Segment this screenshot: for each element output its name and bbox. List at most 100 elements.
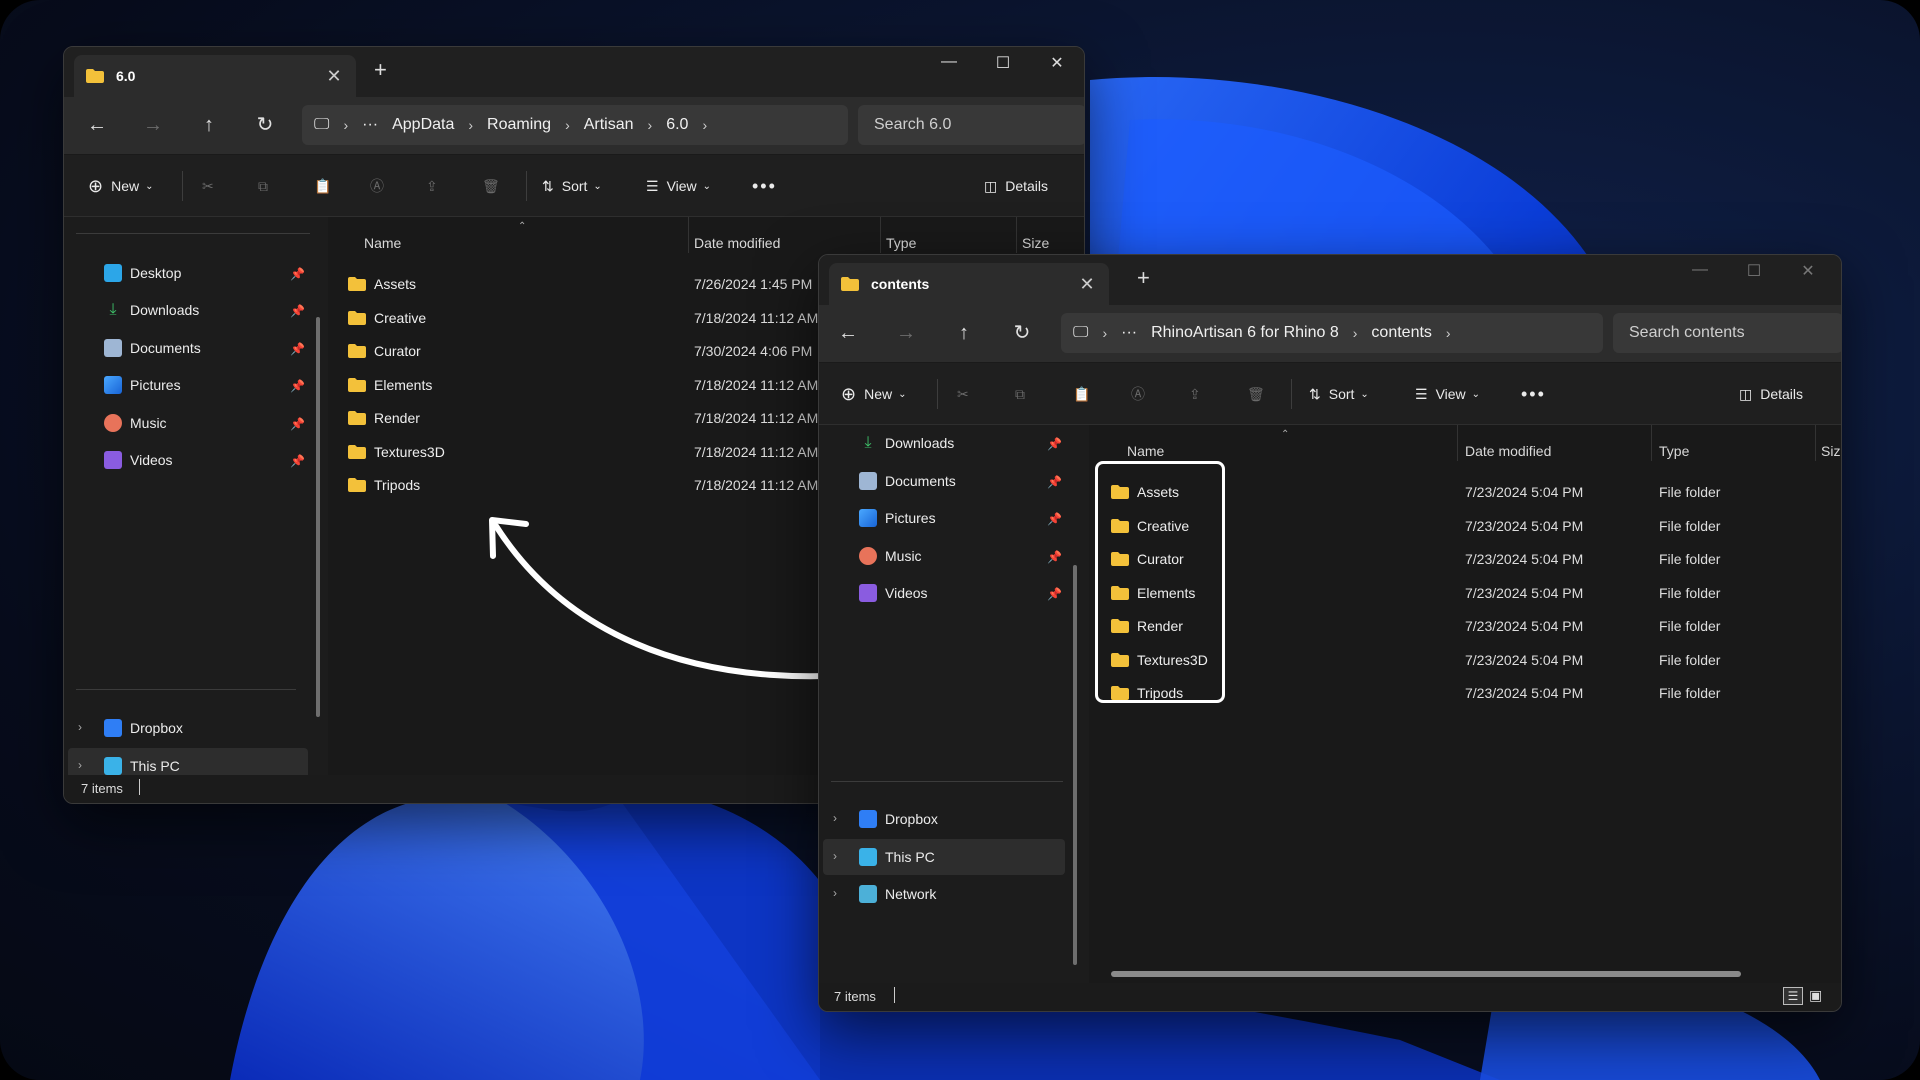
search-input[interactable]: Search 6.0 [858, 105, 1084, 145]
pin-icon[interactable]: 📌 [290, 379, 305, 393]
cut-icon[interactable]: ✂ [957, 383, 969, 405]
column-header-date[interactable]: Date modified [694, 235, 780, 251]
sort-button[interactable]: ⇅ Sort ⌄ [542, 175, 602, 197]
delete-icon[interactable]: 🗑 [1247, 383, 1265, 405]
sidebar-item-dropbox[interactable]: Dropbox [859, 801, 938, 837]
chevron-right-icon[interactable]: › [78, 758, 82, 772]
sidebar-item-music[interactable]: Music [104, 405, 167, 441]
sidebar-scrollbar[interactable] [316, 317, 320, 717]
back-arrow-icon[interactable]: ← [833, 323, 863, 343]
view-button[interactable]: ☰ View ⌄ [646, 175, 711, 197]
pin-icon[interactable]: 📌 [290, 342, 305, 356]
details-button[interactable]: ◫ Details [984, 175, 1048, 197]
sidebar-item-this-pc[interactable]: This PC [859, 839, 935, 875]
new-button[interactable]: ⊕ New ⌄ [841, 383, 907, 405]
column-divider[interactable] [1651, 425, 1652, 461]
copy-icon[interactable]: ⧉ [1015, 383, 1025, 405]
pin-icon[interactable]: 📌 [290, 267, 305, 281]
pin-icon[interactable]: 📌 [1047, 512, 1062, 526]
pin-icon[interactable]: 📌 [1047, 550, 1062, 564]
refresh-icon[interactable]: ↻ [250, 115, 280, 135]
copy-icon[interactable]: ⧉ [258, 175, 268, 197]
column-header-type[interactable]: Type [886, 235, 916, 251]
close-tab-icon[interactable]: ✕ [1077, 274, 1097, 295]
column-divider[interactable] [1016, 217, 1017, 253]
new-tab-icon[interactable]: + [1137, 265, 1150, 291]
forward-arrow-icon[interactable]: → [138, 115, 168, 135]
sidebar-item-desktop[interactable]: Desktop [104, 255, 181, 291]
overflow-icon[interactable]: ··· [362, 116, 378, 134]
column-header-name[interactable]: Name [1127, 443, 1164, 459]
more-options-icon[interactable]: ••• [1521, 383, 1546, 405]
rename-icon[interactable]: Ⓐ [370, 175, 384, 197]
details-button[interactable]: ◫ Details [1739, 383, 1803, 405]
breadcrumb-item[interactable]: contents [1371, 324, 1431, 342]
sidebar-item-documents[interactable]: Documents [104, 330, 201, 366]
overflow-icon[interactable]: ··· [1121, 324, 1137, 342]
delete-icon[interactable]: 🗑 [482, 175, 500, 197]
maximize-icon[interactable]: ☐ [1731, 261, 1777, 281]
pin-icon[interactable]: 📌 [290, 417, 305, 431]
breadcrumb-item[interactable]: Artisan [584, 116, 634, 134]
breadcrumb[interactable]: 🖵 › ··· AppData › Roaming › Artisan › 6.… [302, 105, 848, 145]
column-header-date[interactable]: Date modified [1465, 443, 1551, 459]
sidebar-item-pictures[interactable]: Pictures [104, 367, 181, 403]
breadcrumb-item[interactable]: RhinoArtisan 6 for Rhino 8 [1151, 324, 1339, 342]
column-divider[interactable] [1457, 425, 1458, 461]
column-divider[interactable] [688, 217, 689, 253]
chevron-right-icon[interactable]: › [833, 811, 837, 825]
sidebar-item-videos[interactable]: Videos [859, 575, 928, 611]
column-divider[interactable] [880, 217, 881, 253]
column-header-type[interactable]: Type [1659, 443, 1689, 459]
tab-active[interactable]: 6.0 ✕ [74, 55, 356, 97]
tiles-view-icon[interactable]: ▣ [1809, 987, 1827, 1005]
pin-icon[interactable]: 📌 [290, 304, 305, 318]
column-header-name[interactable]: Name [364, 235, 401, 251]
breadcrumb[interactable]: 🖵 › ··· RhinoArtisan 6 for Rhino 8 › con… [1061, 313, 1603, 353]
sidebar-item-pictures[interactable]: Pictures [859, 500, 936, 536]
close-window-icon[interactable]: ✕ [1034, 53, 1080, 73]
share-icon[interactable]: ⇪ [1189, 383, 1201, 405]
back-arrow-icon[interactable]: ← [82, 115, 112, 135]
maximize-icon[interactable]: ☐ [980, 53, 1026, 73]
details-view-icon[interactable]: ☰ [1783, 987, 1803, 1005]
breadcrumb-item[interactable]: AppData [392, 116, 454, 134]
pin-icon[interactable]: 📌 [290, 454, 305, 468]
chevron-right-icon[interactable]: › [833, 849, 837, 863]
more-options-icon[interactable]: ••• [752, 175, 777, 197]
new-tab-icon[interactable]: + [374, 57, 387, 83]
column-divider[interactable] [1815, 425, 1816, 461]
share-icon[interactable]: ⇪ [426, 175, 438, 197]
new-button[interactable]: ⊕ New ⌄ [88, 175, 154, 197]
sidebar-item-music[interactable]: Music [859, 538, 922, 574]
horizontal-scrollbar[interactable] [1111, 971, 1741, 977]
breadcrumb-item[interactable]: Roaming [487, 116, 551, 134]
paste-icon[interactable]: 📋 [314, 175, 331, 197]
paste-icon[interactable]: 📋 [1073, 383, 1090, 405]
close-window-icon[interactable]: ✕ [1785, 261, 1831, 281]
search-input[interactable]: Search contents [1613, 313, 1841, 353]
chevron-right-icon[interactable]: › [833, 886, 837, 900]
close-tab-icon[interactable]: ✕ [324, 66, 344, 87]
sidebar-item-documents[interactable]: Documents [859, 463, 956, 499]
up-arrow-icon[interactable]: ↑ [194, 115, 224, 135]
tab-active[interactable]: contents ✕ [829, 263, 1109, 305]
up-arrow-icon[interactable]: ↑ [949, 323, 979, 343]
sidebar-item-downloads[interactable]: ⤓ Downloads [859, 425, 954, 461]
sidebar-item-dropbox[interactable]: Dropbox [104, 710, 183, 746]
refresh-icon[interactable]: ↻ [1007, 323, 1037, 343]
minimize-icon[interactable]: — [1677, 261, 1723, 279]
sidebar-scrollbar[interactable] [1073, 565, 1077, 965]
view-button[interactable]: ☰ View ⌄ [1415, 383, 1480, 405]
cut-icon[interactable]: ✂ [202, 175, 214, 197]
rename-icon[interactable]: Ⓐ [1131, 383, 1145, 405]
sidebar-item-downloads[interactable]: ⤓ Downloads [104, 292, 199, 328]
pin-icon[interactable]: 📌 [1047, 437, 1062, 451]
sort-button[interactable]: ⇅ Sort ⌄ [1309, 383, 1369, 405]
sidebar-item-videos[interactable]: Videos [104, 442, 173, 478]
pin-icon[interactable]: 📌 [1047, 475, 1062, 489]
column-header-size[interactable]: Siz [1821, 443, 1840, 459]
chevron-right-icon[interactable]: › [78, 720, 82, 734]
breadcrumb-item[interactable]: 6.0 [666, 116, 688, 134]
forward-arrow-icon[interactable]: → [891, 323, 921, 343]
